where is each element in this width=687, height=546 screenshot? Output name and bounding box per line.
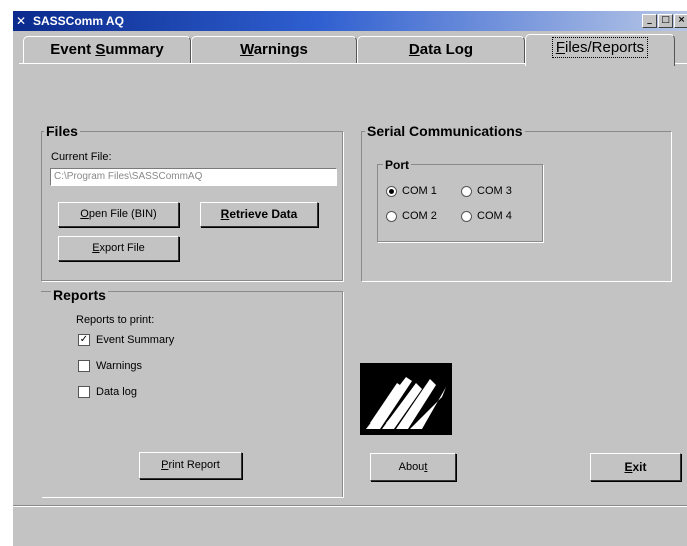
radio-button[interactable]: [386, 211, 397, 222]
port-group: [377, 164, 543, 242]
company-logo: [360, 363, 452, 435]
tab-event-summary[interactable]: Event Summary: [23, 36, 191, 64]
about-button[interactable]: About: [370, 453, 456, 481]
reports-to-print-label: Reports to print:: [76, 314, 155, 326]
main-window: ✕ SASSComm AQ _ □ × Event Summary Warnin…: [12, 10, 687, 546]
checkbox-label: Data log: [96, 386, 137, 398]
button-label: xit: [632, 460, 647, 474]
current-file-field[interactable]: C:\Program Files\SASSCommAQ: [50, 168, 337, 186]
radio-label: COM 4: [477, 210, 512, 222]
tab-label-key: D: [408, 41, 420, 58]
tab-label-suffix: ata Log: [419, 41, 474, 58]
checkbox[interactable]: ✓: [78, 334, 90, 346]
minimize-button[interactable]: _: [642, 14, 657, 28]
title-bar: ✕ SASSComm AQ _ □ ×: [13, 11, 687, 31]
radio-button[interactable]: [386, 186, 397, 197]
tab-label-suffix: arnings: [253, 41, 308, 58]
close-button[interactable]: ×: [674, 14, 687, 28]
reports-legend: Reports: [51, 287, 108, 303]
checkbox-label: Event Summary: [96, 334, 175, 346]
logo-mark: [366, 377, 446, 429]
checkbox[interactable]: [78, 386, 90, 398]
tab-label-key: S: [95, 41, 106, 58]
status-bar-highlight: [13, 506, 687, 507]
export-file-button[interactable]: Export File: [58, 236, 179, 261]
button-label: xport File: [99, 242, 145, 254]
exit-button[interactable]: Exit: [590, 453, 681, 481]
tab-label-focus: Files/Reports: [551, 37, 649, 58]
button-label: etrieve Data: [229, 207, 298, 221]
button-key: R: [220, 207, 230, 221]
checkbox-label: Warnings: [96, 360, 143, 372]
tab-data-log[interactable]: Data Log: [357, 36, 525, 64]
radio-label: COM 1: [402, 185, 437, 197]
tab-label-suffix: iles/Reports: [564, 39, 645, 56]
port-legend: Port: [383, 157, 411, 173]
button-key: t: [424, 461, 428, 473]
button-label: pen File (BIN): [88, 208, 157, 220]
button-label: Abou: [398, 461, 425, 473]
checkbox[interactable]: [78, 360, 90, 372]
serial-comm-legend: Serial Communications: [365, 123, 525, 139]
tab-label-key: W: [240, 41, 254, 58]
open-file-button[interactable]: Open File (BIN): [58, 202, 179, 227]
maximize-button[interactable]: □: [658, 14, 673, 28]
files-legend: Files: [44, 123, 80, 139]
window-title: SASSComm AQ: [33, 14, 124, 28]
app-icon: ✕: [16, 14, 27, 28]
button-key: E: [624, 460, 633, 474]
status-bar: [13, 505, 687, 546]
tab-files-reports[interactable]: Files/Reports: [525, 34, 675, 66]
radio-label: COM 2: [402, 210, 437, 222]
radio-button[interactable]: [461, 211, 472, 222]
print-report-button[interactable]: Print Report: [139, 452, 242, 479]
button-key: E: [92, 242, 100, 254]
radio-button[interactable]: [461, 186, 472, 197]
current-file-label: Current File:: [51, 151, 112, 163]
button-key: O: [80, 208, 89, 220]
radio-label: COM 3: [477, 185, 512, 197]
retrieve-data-button[interactable]: Retrieve Data: [200, 202, 318, 227]
tab-warnings[interactable]: Warnings: [191, 36, 357, 64]
button-label: rint Report: [168, 459, 220, 471]
tab-label-prefix: Event: [50, 41, 96, 58]
tab-label-key: F: [555, 39, 565, 56]
tab-label-suffix: ummary: [105, 41, 164, 58]
